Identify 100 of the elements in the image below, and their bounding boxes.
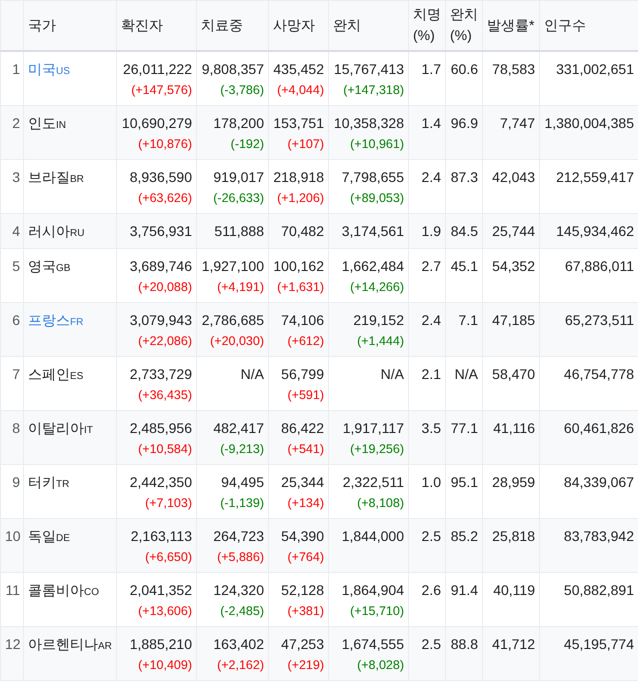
change-value: (+22,086) — [137, 332, 192, 350]
change-value: (+764) — [286, 548, 324, 566]
rank-number: 1 — [12, 60, 20, 76]
country-name: 아르헨티나 — [28, 636, 98, 652]
country-name: 브라질 — [28, 168, 70, 184]
stat-value: 919,017 — [212, 168, 264, 186]
stat-value: N/A — [240, 364, 264, 384]
stat-value: 25,744 — [492, 222, 535, 238]
stat-value: 45,195,774 — [564, 636, 634, 652]
change-value: (+36,435) — [137, 386, 192, 404]
change-value: (+1,631) — [276, 278, 324, 296]
country-link[interactable]: 미국 — [28, 60, 56, 76]
stat-value: 7,747 — [500, 114, 535, 130]
stat-value: 58,470 — [492, 366, 535, 382]
stat-value: 95.1 — [450, 474, 478, 490]
stat-value: N/A — [380, 364, 404, 384]
rank-number: 3 — [12, 168, 20, 184]
stat-value: 65,273,511 — [564, 312, 634, 328]
change-value: (+89,053) — [349, 190, 404, 207]
country-link[interactable]: 프랑스 — [28, 312, 70, 328]
stat-value: 2,733,729 — [128, 364, 192, 384]
country-name: 러시아 — [28, 222, 70, 238]
stat-value: 74,106 — [280, 310, 324, 330]
stat-value: 67,886,011 — [564, 258, 634, 274]
rank-number: 9 — [12, 474, 20, 490]
change-value: (+8,108) — [356, 494, 404, 512]
stat-value: 1.4 — [422, 114, 441, 130]
country-code: FR — [70, 316, 84, 328]
stat-value: 2,041,352 — [128, 580, 192, 600]
change-value: (+2,162) — [216, 656, 264, 674]
country-code: US — [56, 66, 70, 76]
stat-value: 1,380,004,385 — [544, 114, 634, 130]
stat-value: 83,783,942 — [564, 528, 634, 544]
stat-value: 56,799 — [280, 364, 324, 384]
stat-value: 84.5 — [450, 222, 478, 238]
change-value: (+63,626) — [137, 190, 192, 207]
change-value: (+219) — [286, 656, 324, 674]
stat-value: N/A — [454, 366, 478, 382]
stat-value: 46,754,778 — [564, 366, 634, 382]
change-value: (-26,633) — [212, 190, 264, 207]
change-value: (+612) — [286, 332, 324, 350]
country-code: ES — [70, 370, 84, 382]
stat-value: 2,485,956 — [128, 418, 192, 438]
stat-value: 54,390 — [280, 526, 324, 546]
change-value: (+1,206) — [276, 190, 324, 207]
stat-value: 1.7 — [422, 60, 441, 76]
country-code: IT — [84, 424, 93, 436]
stat-value: 3,079,943 — [128, 310, 192, 330]
change-value: (+147,576) — [130, 82, 192, 99]
change-value: (+4,044) — [276, 82, 324, 99]
stat-value: 1,844,000 — [340, 526, 404, 546]
stat-value: 1.0 — [422, 474, 441, 490]
stat-value: 8,936,590 — [128, 168, 192, 186]
stat-value: 153,751 — [273, 114, 324, 132]
change-value: (+541) — [286, 440, 324, 458]
stat-value: 60,461,826 — [564, 420, 634, 436]
stat-value: 54,352 — [492, 258, 535, 274]
stat-value: 86,422 — [280, 418, 324, 438]
stat-value: 91.4 — [450, 582, 478, 598]
change-value: (-192) — [230, 136, 264, 153]
change-value: (+134) — [286, 494, 324, 512]
rank-number: 10 — [5, 528, 21, 544]
change-value: (-3,786) — [219, 82, 264, 99]
change-value: (+6,650) — [144, 548, 192, 566]
change-value: (+19,256) — [349, 440, 404, 458]
country-name: 터키 — [28, 474, 56, 490]
stat-value: 15,767,413 — [333, 60, 404, 78]
country-name: 영국 — [28, 258, 56, 274]
country-name: 이탈리아 — [28, 420, 84, 436]
stat-value: 2,163,113 — [130, 526, 192, 546]
stat-value: 2.6 — [422, 582, 441, 598]
country-code: GB — [56, 262, 70, 274]
stat-value: 1,662,484 — [340, 256, 404, 276]
stat-value: 85.2 — [450, 528, 478, 544]
change-value: (+381) — [286, 602, 324, 620]
change-value: (+591) — [286, 386, 324, 404]
stat-value: 100,162 — [273, 256, 324, 276]
change-value: (+8,028) — [356, 656, 404, 674]
stat-value: 47,185 — [492, 312, 535, 328]
stat-value: 28,959 — [492, 474, 535, 490]
stat-value: 1,864,904 — [340, 580, 404, 600]
stat-value: 25,818 — [492, 528, 535, 544]
change-value: (+10,876) — [137, 136, 192, 153]
stat-value: 163,402 — [212, 634, 264, 654]
stat-value: 3,689,746 — [128, 256, 192, 276]
country-code: CO — [84, 586, 99, 598]
stat-value: 218,918 — [273, 168, 324, 186]
country-name: 콜롬비아 — [28, 582, 84, 598]
stat-value: 60.6 — [450, 60, 478, 76]
stat-value: 3,756,931 — [128, 222, 192, 240]
stat-value: 511,888 — [213, 222, 264, 240]
stat-value: 45.1 — [450, 258, 478, 274]
stat-value: 41,712 — [492, 636, 535, 652]
stat-value: 2.5 — [422, 528, 441, 544]
country-code: AR — [98, 640, 112, 652]
stat-value: 3,174,561 — [340, 222, 404, 240]
stat-value: 7.1 — [458, 312, 478, 328]
change-value: (+4,191) — [216, 278, 264, 296]
stat-value: 2.4 — [422, 168, 441, 184]
change-value: (+10,584) — [137, 440, 192, 458]
